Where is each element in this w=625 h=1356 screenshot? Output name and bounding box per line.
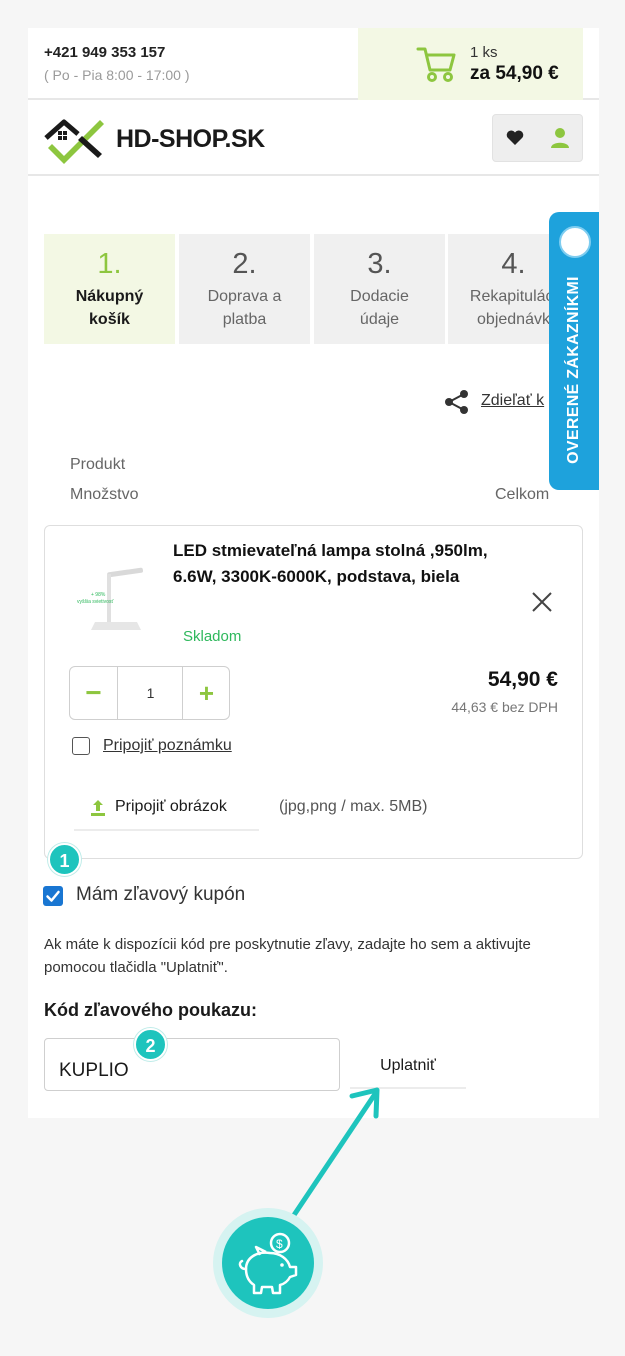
quantity-stepper: − 1 +	[69, 666, 230, 720]
coupon-field-label: Kód zľavového poukazu:	[44, 1000, 257, 1020]
logo-icon[interactable]	[44, 114, 104, 164]
close-icon[interactable]	[530, 590, 554, 614]
stock-status: Skladom	[183, 628, 242, 645]
upload-icon	[91, 800, 105, 816]
product-thumbnail[interactable]: + 98% vyššia svietivosť	[67, 566, 151, 636]
quantity-input[interactable]: 1	[119, 667, 182, 719]
step-label: Doprava a platba	[207, 288, 282, 328]
item-price: 54,90 €	[487, 668, 558, 691]
product-name[interactable]: LED stmievateľná lampa stolná ,950lm, 6.…	[173, 538, 493, 590]
column-header-quantity: Množstvo	[70, 486, 139, 503]
svg-text:vyššia svietivosť: vyššia svietivosť	[77, 599, 113, 605]
step-number: 2.	[232, 248, 257, 280]
item-price-net: 44,63 € bez DPH	[451, 699, 558, 715]
top-bar: +421 949 353 157 ( Po - Pia 8:00 - 17:00…	[28, 28, 599, 100]
attach-image-button[interactable]: Pripojiť obrázok	[74, 791, 259, 831]
cart-item: + 98% vyššia svietivosť LED stmievateľná…	[44, 525, 583, 859]
cart-count: 1 ks	[470, 44, 498, 61]
share-link[interactable]: Zdieľať k	[481, 392, 544, 410]
verified-reviews-badge[interactable]: OVERENÉ ZÁKAZNÍKMI	[549, 212, 599, 490]
attach-image-label: Pripojiť obrázok	[115, 798, 227, 815]
column-header-product: Produkt	[70, 456, 126, 473]
verified-reviews-text: OVERENÉ ZÁKAZNÍKMI	[565, 276, 582, 464]
coupon-checkbox-label[interactable]: Mám zľavový kupón	[76, 884, 245, 906]
cart-total: za 54,90 €	[470, 63, 559, 84]
column-header-total: Celkom	[495, 486, 550, 503]
heart-icon[interactable]	[505, 128, 525, 148]
logo-text[interactable]: HD-SHOP.SK	[116, 125, 265, 154]
verified-seal-icon	[559, 226, 591, 258]
note-checkbox[interactable]	[72, 737, 90, 755]
header-actions	[492, 114, 583, 162]
step-delivery-details[interactable]: 3. Dodacie údaje	[314, 234, 445, 344]
step-number: 3.	[367, 248, 392, 280]
svg-text:+ 98%: + 98%	[91, 592, 106, 598]
decrease-quantity-button[interactable]: −	[70, 667, 118, 719]
step-number: 1.	[97, 248, 122, 280]
step-badge-1: 1	[48, 843, 81, 876]
coupon-checkbox[interactable]	[43, 886, 63, 906]
checkout-page: +421 949 353 157 ( Po - Pia 8:00 - 17:00…	[28, 28, 599, 1118]
step-cart[interactable]: 1. Nákupný košík	[44, 234, 175, 344]
step-badge-2: 2	[134, 1028, 167, 1061]
piggy-bank-icon: $	[222, 1217, 314, 1309]
step-label: Nákupný košík	[75, 288, 144, 328]
step-label: Dodacie údaje	[350, 288, 409, 328]
savings-badge: $	[213, 1208, 323, 1318]
svg-text:$: $	[276, 1237, 283, 1251]
mini-cart[interactable]: 1 ks za 54,90 €	[358, 28, 583, 100]
checkout-steps: 1. Nákupný košík 2. Doprava a platba 3. Do…	[44, 234, 599, 344]
image-format-hint: (jpg,png / max. 5MB)	[279, 798, 428, 815]
share-icon	[445, 390, 468, 414]
add-note-link[interactable]: Pripojiť poznámku	[103, 737, 232, 755]
step-shipping[interactable]: 2. Doprava a platba	[179, 234, 310, 344]
site-header: HD-SHOP.SK	[28, 102, 599, 176]
opening-hours: ( Po - Pia 8:00 - 17:00 )	[44, 67, 190, 83]
checkmark-icon	[46, 890, 60, 902]
coupon-help-text: Ak máte k dispozícii kód pre poskytnutie…	[44, 936, 531, 976]
increase-quantity-button[interactable]: +	[182, 667, 230, 719]
user-icon[interactable]	[550, 127, 570, 149]
phone-number[interactable]: +421 949 353 157	[44, 44, 165, 61]
cart-icon	[416, 47, 456, 82]
